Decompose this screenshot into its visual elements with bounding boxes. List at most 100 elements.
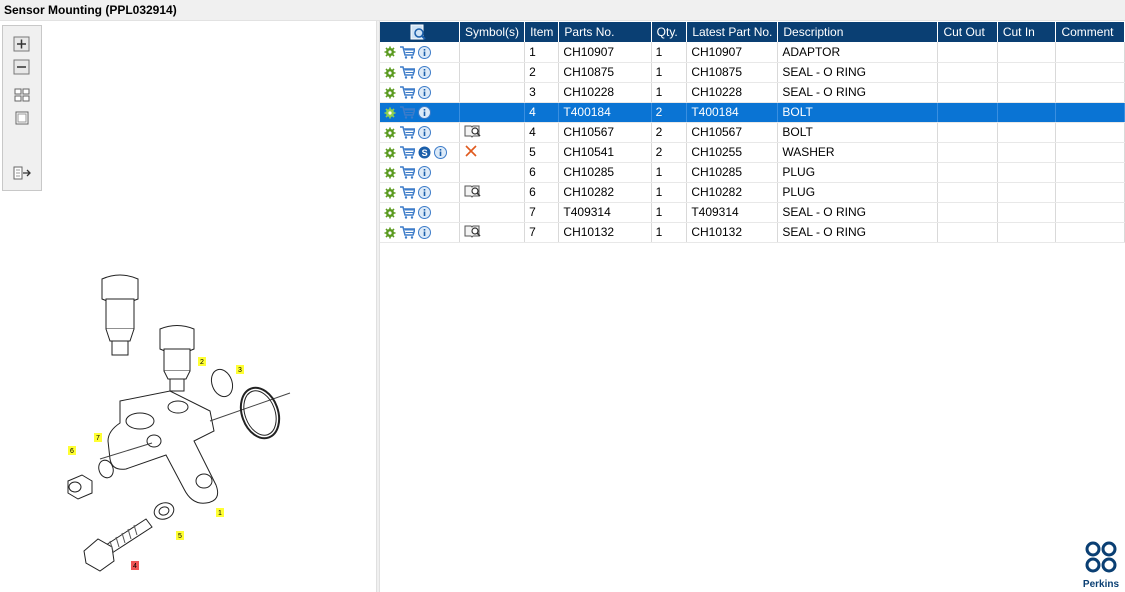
row-description: SEAL - O RING [777,222,939,243]
callout-2[interactable]: 2 [200,359,204,366]
callout-3[interactable]: 3 [238,367,242,374]
row-comment [1055,142,1125,163]
row-actions [380,202,461,223]
table-row[interactable]: 4 T400184 2 T400184 BOLT [380,102,1125,123]
row-cut-out [937,82,998,103]
row-latest-part-no: CH10228 [686,82,779,103]
book-reference-icon[interactable] [464,184,482,198]
shopping-cart-icon[interactable] [399,206,415,219]
table-row[interactable]: 6 CH10285 1 CH10285 PLUG [380,162,1125,183]
shopping-cart-icon[interactable] [399,126,415,139]
row-description: ADAPTOR [777,42,939,63]
row-actions [380,82,461,103]
illustration-pane[interactable]: 2 3 7 6 1 5 4 [0,21,376,592]
column-header-cut-in[interactable]: Cut In [997,22,1057,42]
actual-size-button[interactable] [12,109,32,127]
row-latest-part-no: CH10875 [686,62,779,83]
row-qty: 1 [651,62,688,83]
export-button[interactable] [12,164,32,182]
info-icon[interactable] [418,166,431,180]
row-cut-in [997,162,1057,183]
column-header-parts-no[interactable]: Parts No. [558,22,652,42]
row-comment [1055,162,1125,183]
row-latest-part-no: CH10255 [686,142,779,163]
info-icon[interactable] [418,206,431,220]
row-description: SEAL - O RING [777,62,939,83]
row-parts-no: CH10132 [558,222,652,243]
row-parts-no: CH10282 [558,182,652,203]
zoom-in-button[interactable] [12,35,32,53]
gear-icon[interactable] [384,147,396,159]
shopping-cart-icon[interactable] [399,86,415,99]
shopping-cart-icon[interactable] [399,146,415,159]
callout-5[interactable]: 5 [178,533,182,540]
gear-icon[interactable] [384,87,396,99]
row-symbols [459,182,526,203]
gear-icon[interactable] [384,46,396,58]
column-header-comment[interactable]: Comment [1055,22,1125,42]
column-header-latest-part-no[interactable]: Latest Part No. [686,22,779,42]
callout-6[interactable]: 6 [70,448,74,455]
row-latest-part-no: T400184 [686,102,779,123]
row-comment [1055,202,1125,223]
book-reference-icon[interactable] [464,224,482,238]
info-icon[interactable] [434,146,447,160]
info-icon[interactable] [418,66,431,80]
row-qty: 1 [651,182,688,203]
actual-size-icon [15,111,29,125]
shopping-cart-icon[interactable] [399,166,415,179]
row-cut-in [997,182,1057,203]
table-row[interactable]: 7 CH10132 1 CH10132 SEAL - O RING [380,222,1125,243]
row-symbols [459,102,526,123]
column-header-cut-out[interactable]: Cut Out [937,22,998,42]
row-parts-no: CH10875 [558,62,652,83]
gear-icon[interactable] [384,67,396,79]
gear-icon[interactable] [384,107,396,119]
column-header-actions[interactable] [380,22,461,42]
row-latest-part-no: CH10282 [686,182,779,203]
shopping-cart-icon[interactable] [399,106,415,119]
table-row[interactable]: 6 CH10282 1 CH10282 PLUG [380,182,1125,203]
info-icon[interactable] [418,86,431,100]
row-actions [380,122,461,143]
column-header-symbols[interactable]: Symbol(s) [459,22,526,42]
cross-icon [465,144,477,157]
gear-icon[interactable] [384,227,396,239]
gear-icon[interactable] [384,187,396,199]
exploded-parts-diagram[interactable]: 2 3 7 6 1 5 4 [40,261,320,581]
row-qty: 2 [651,142,688,163]
info-icon[interactable] [418,106,431,120]
info-icon[interactable] [418,126,431,140]
gear-icon[interactable] [384,127,396,139]
table-row[interactable]: 1 CH10907 1 CH10907 ADAPTOR [380,42,1125,63]
shopping-cart-icon[interactable] [399,66,415,79]
row-comment [1055,102,1125,123]
callout-1[interactable]: 1 [218,510,222,517]
table-row[interactable]: 3 CH10228 1 CH10228 SEAL - O RING [380,82,1125,103]
callout-7[interactable]: 7 [96,435,100,442]
info-icon[interactable] [418,226,431,240]
supersession-icon[interactable]: S [418,146,431,159]
book-reference-icon[interactable] [464,124,482,138]
callout-4[interactable]: 4 [133,563,137,570]
shopping-cart-icon[interactable] [399,186,415,199]
row-parts-no: CH10907 [558,42,652,63]
table-row[interactable]: 2 CH10875 1 CH10875 SEAL - O RING [380,62,1125,83]
row-cut-out [937,162,998,183]
info-icon[interactable] [418,45,431,59]
info-icon[interactable] [418,186,431,200]
column-header-item[interactable]: Item [524,22,560,42]
table-row[interactable]: S 5 CH10541 2 CH10255 WASHER [380,142,1125,163]
column-header-description[interactable]: Description [777,22,939,42]
zoom-out-button[interactable] [12,58,32,76]
column-header-qty[interactable]: Qty. [651,22,688,42]
fit-page-button[interactable] [12,86,32,104]
shopping-cart-icon[interactable] [399,226,415,239]
table-row[interactable]: 4 CH10567 2 CH10567 BOLT [380,122,1125,143]
gear-icon[interactable] [384,207,396,219]
gear-icon[interactable] [384,167,396,179]
table-row[interactable]: 7 T409314 1 T409314 SEAL - O RING [380,202,1125,223]
row-description: BOLT [777,102,939,123]
shopping-cart-icon[interactable] [399,46,415,59]
row-parts-no: CH10541 [558,142,652,163]
